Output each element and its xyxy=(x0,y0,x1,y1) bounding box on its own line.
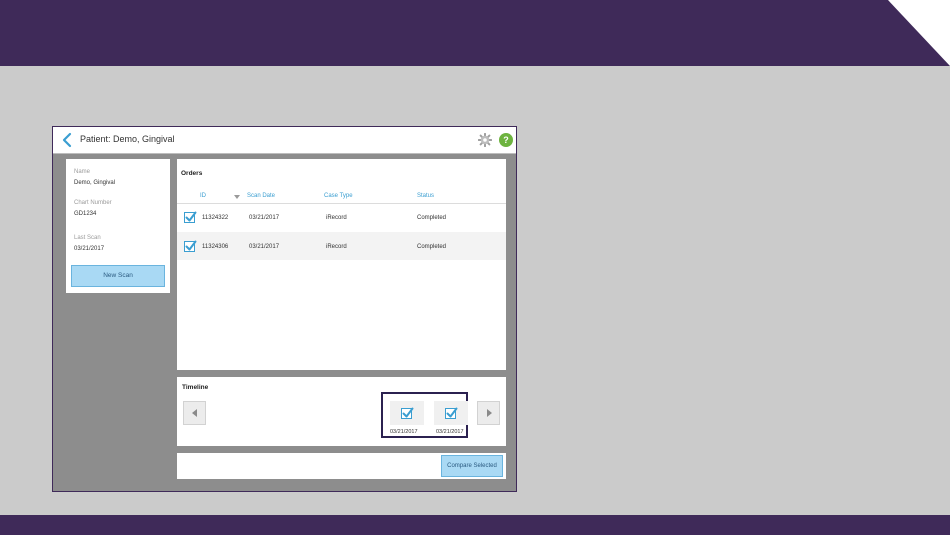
action-bar: Compare Selected xyxy=(177,453,506,479)
slide-corner-decoration xyxy=(888,0,950,66)
cell-case-type: iRecord xyxy=(326,215,347,221)
column-header-case-type[interactable]: Case Type xyxy=(324,193,353,199)
chevron-left-icon[interactable] xyxy=(61,132,73,148)
timeline-item[interactable] xyxy=(390,401,424,425)
cell-id: 11324306 xyxy=(202,244,229,250)
table-row[interactable]: 11324322 03/21/2017 iRecord Completed xyxy=(177,204,506,232)
orders-panel: Orders ID Scan Date Case Type Status 113… xyxy=(177,159,506,370)
slide-header-bar xyxy=(0,0,950,66)
new-scan-button[interactable]: New Scan xyxy=(71,265,165,287)
cell-id: 11324322 xyxy=(202,215,229,221)
sort-down-icon[interactable] xyxy=(234,195,240,199)
row-checkbox[interactable] xyxy=(184,240,197,252)
timeline-item[interactable] xyxy=(434,401,468,425)
gear-icon[interactable] xyxy=(477,132,493,148)
cell-scan-date: 03/21/2017 xyxy=(249,215,280,221)
timeline-date: 03/21/2017 xyxy=(390,429,418,435)
arrow-right-icon xyxy=(487,409,492,417)
slide-footer-bar xyxy=(0,515,950,535)
timeline-prev-button[interactable] xyxy=(183,401,206,425)
chart-number-label: Chart Number xyxy=(74,200,112,206)
timeline-panel: Timeline 03/21/2017 03/21/2017 xyxy=(177,377,506,446)
table-row[interactable]: 11324306 03/21/2017 iRecord Completed xyxy=(177,232,506,260)
row-checkbox[interactable] xyxy=(184,211,197,223)
timeline-date: 03/21/2017 xyxy=(436,429,464,435)
arrow-left-icon xyxy=(192,409,197,417)
last-scan-value: 03/21/2017 xyxy=(74,246,105,252)
help-icon[interactable]: ? xyxy=(499,133,513,147)
compare-selected-button[interactable]: Compare Selected xyxy=(441,455,503,477)
title-bar: Patient: Demo, Gingival ? xyxy=(53,127,516,154)
column-header-scan-date[interactable]: Scan Date xyxy=(247,193,275,199)
timeline-title: Timeline xyxy=(182,384,209,391)
orders-title: Orders xyxy=(181,170,203,177)
last-scan-label: Last Scan xyxy=(74,235,101,241)
cell-case-type: iRecord xyxy=(326,244,347,250)
column-header-status[interactable]: Status xyxy=(417,193,434,199)
name-label: Name xyxy=(74,169,91,175)
page-title: Patient: Demo, Gingival xyxy=(80,134,175,144)
column-header-id[interactable]: ID xyxy=(200,193,206,199)
cell-scan-date: 03/21/2017 xyxy=(249,244,280,250)
chart-number-value: GD1234 xyxy=(74,211,97,217)
timeline-checkbox[interactable] xyxy=(445,407,458,419)
patient-info-panel: Name Demo, Gingival Chart Number GD1234 … xyxy=(66,159,170,293)
app-window: Patient: Demo, Gingival ? Name Demo, Gin… xyxy=(52,126,517,492)
timeline-next-button[interactable] xyxy=(477,401,500,425)
cell-status: Completed xyxy=(417,244,447,250)
name-value: Demo, Gingival xyxy=(74,180,116,186)
cell-status: Completed xyxy=(417,215,447,221)
timeline-checkbox[interactable] xyxy=(401,407,414,419)
